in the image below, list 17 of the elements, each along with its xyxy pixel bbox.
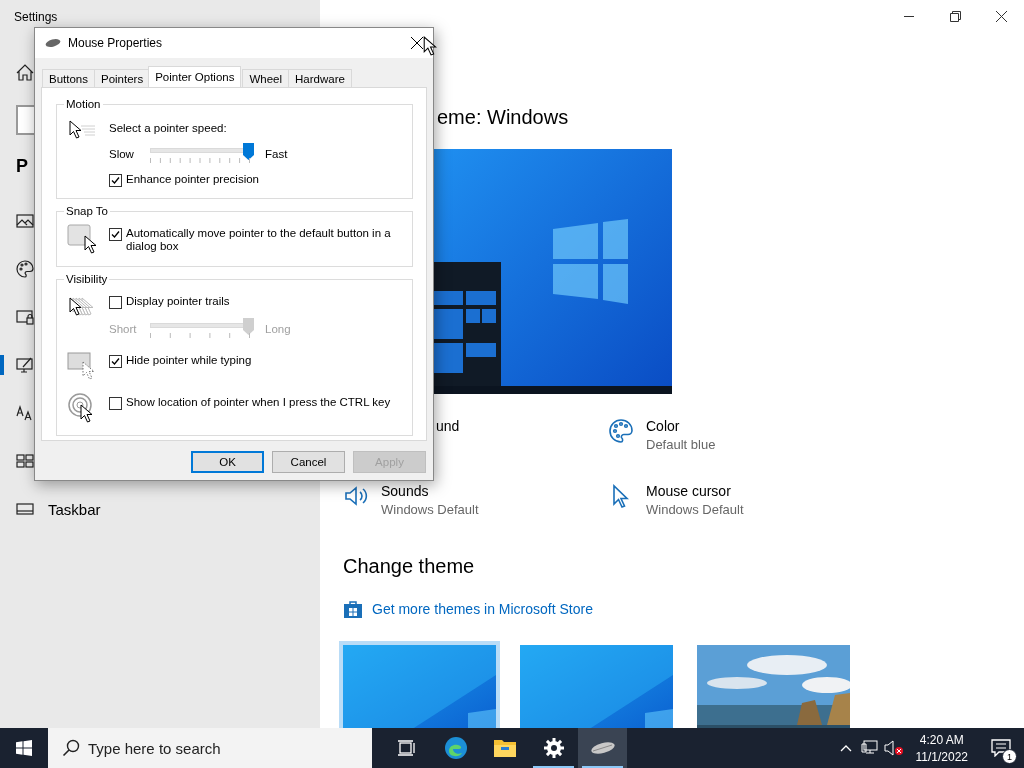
group-label: Motion [65, 98, 102, 110]
window-title: Settings [13, 9, 59, 26]
sidebar-heading: P [16, 156, 28, 178]
slider-min-label: Short [109, 322, 135, 335]
notification-count: 1 [1002, 749, 1017, 764]
slider-max-label: Fast [265, 147, 289, 160]
section-heading: Change theme [343, 555, 475, 578]
theme-title: eme: Windows [437, 106, 569, 129]
dialog-title: Mouse Properties [68, 36, 163, 50]
property-value: Windows Default [646, 502, 744, 517]
property-value: Default blue [646, 437, 716, 452]
slider-max-label: Long [265, 322, 291, 335]
slider-min-label: Slow [109, 147, 135, 160]
property-value: Windows Default [381, 502, 479, 517]
group-label: Visibility [65, 273, 109, 285]
slider-prompt: Select a pointer speed: [109, 122, 228, 134]
group-label: Snap To [65, 205, 109, 217]
